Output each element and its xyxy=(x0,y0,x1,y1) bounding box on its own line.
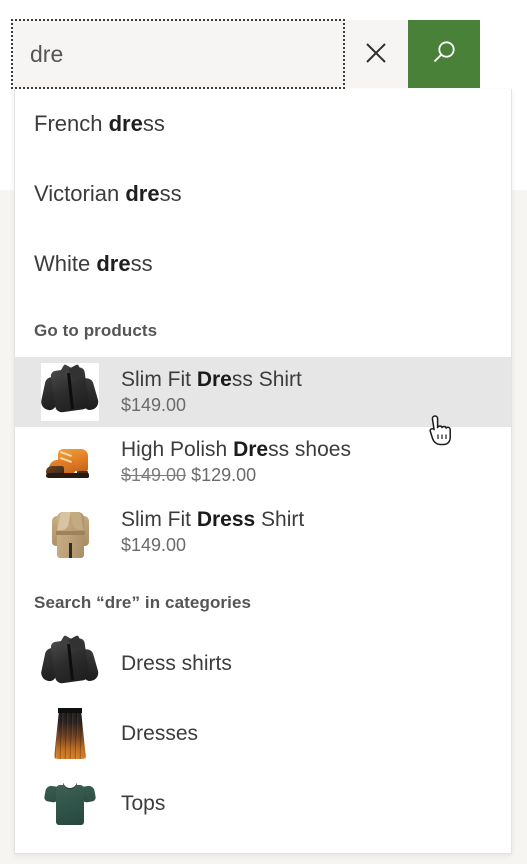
magnifier-icon xyxy=(429,38,459,71)
suggestion-text: French dress xyxy=(34,111,165,136)
product-title: Slim Fit Dress Shirt xyxy=(121,367,302,391)
product-result-row[interactable]: Slim Fit Dress Shirt $149.00 xyxy=(15,357,511,427)
suggestion-item-white-dress[interactable]: White dress xyxy=(15,229,511,299)
category-result-row-tops[interactable]: Tops xyxy=(15,769,511,839)
search-input-wrapper[interactable] xyxy=(11,19,345,89)
go-to-products-heading: Go to products xyxy=(34,321,158,340)
category-label: Dresses xyxy=(121,722,199,745)
product-result-row[interactable]: Slim Fit Dress Shirt $149.00 xyxy=(15,497,511,567)
dress-shoe-orange-thumbnail xyxy=(41,433,99,491)
search-input[interactable] xyxy=(12,20,344,88)
product-price: $149.00 xyxy=(121,395,187,416)
suggestion-text: Victorian dress xyxy=(34,181,182,206)
trench-coat-tan-thumbnail xyxy=(41,503,99,561)
category-label: Tops xyxy=(121,792,166,815)
ombre-pleated-skirt-thumbnail xyxy=(41,704,99,764)
search-in-categories-heading: Search “dre” in categories xyxy=(34,593,252,612)
product-title: Slim Fit Dress Shirt xyxy=(121,507,305,531)
product-price: $149.00 xyxy=(121,535,187,556)
suggestion-text: White dress xyxy=(34,251,153,276)
suggestion-item-victorian-dress[interactable]: Victorian dress xyxy=(15,159,511,229)
product-price: $149.00 $129.00 xyxy=(121,465,257,486)
product-info: High Polish Dress shoes $149.00 $129.00 xyxy=(121,438,351,487)
suggestion-item-french-dress[interactable]: French dress xyxy=(15,89,511,159)
search-bar xyxy=(11,19,482,89)
category-result-row-dress-shirts[interactable]: Dress shirts xyxy=(15,629,511,699)
product-result-row[interactable]: High Polish Dress shoes $149.00 $129.00 xyxy=(15,427,511,497)
product-info: Slim Fit Dress Shirt $149.00 xyxy=(121,368,302,417)
dress-shirt-charcoal-thumbnail xyxy=(41,363,99,421)
clear-search-button[interactable] xyxy=(344,20,408,88)
dress-shirt-charcoal-thumbnail xyxy=(41,634,99,694)
category-label: Dress shirts xyxy=(121,652,232,675)
product-title: High Polish Dress shoes xyxy=(121,437,351,461)
search-submit-button[interactable] xyxy=(408,20,480,88)
green-tshirt-thumbnail xyxy=(41,774,99,834)
autocomplete-dropdown: French dress Victorian dress White dress… xyxy=(14,89,512,854)
category-result-row-dresses[interactable]: Dresses xyxy=(15,699,511,769)
product-info: Slim Fit Dress Shirt $149.00 xyxy=(121,508,304,557)
close-x-icon xyxy=(363,40,389,69)
panel-bottom-padding xyxy=(15,839,511,853)
